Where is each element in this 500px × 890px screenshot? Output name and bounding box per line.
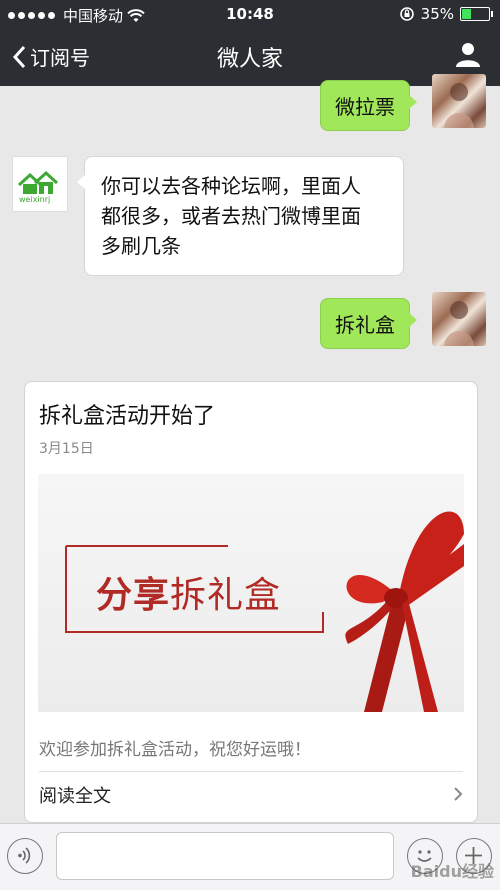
cover-headline-bold: 分享 bbox=[96, 575, 171, 616]
message-bubble-sent[interactable]: 微拉票 bbox=[320, 80, 417, 131]
voice-button[interactable] bbox=[7, 838, 43, 874]
brand-avatar[interactable]: weixinrj bbox=[12, 156, 68, 212]
avatar[interactable] bbox=[432, 74, 486, 128]
nav-bar: 订阅号 微人家 bbox=[0, 28, 500, 86]
status-bar: 中国移动 10:48 35% bbox=[0, 0, 500, 28]
profile-button[interactable] bbox=[454, 41, 482, 73]
article-date: 3月15日 bbox=[39, 441, 94, 457]
article-title: 拆礼盒活动开始了 bbox=[39, 404, 216, 429]
user-photo-icon bbox=[444, 301, 474, 346]
message-bubble-received[interactable]: 你可以去各种论坛啊，里面人 都很多，或者去热门微博里面 多刷几条 bbox=[77, 156, 404, 276]
read-full-link[interactable]: 阅读全文 bbox=[39, 782, 111, 808]
message-input[interactable] bbox=[56, 832, 394, 880]
chevron-right-icon bbox=[454, 787, 463, 801]
message-line: 多刷几条 bbox=[101, 234, 181, 258]
brand-caption: weixinrj bbox=[19, 195, 51, 204]
battery-percent: 35% bbox=[420, 5, 454, 23]
article-card[interactable]: 拆礼盒活动开始了 3月15日 分享拆礼盒 欢迎参加拆礼盒活动，祝您好运哦！ 阅读… bbox=[24, 381, 478, 823]
message-line: 都很多，或者去热门微博里面 bbox=[101, 204, 361, 228]
battery-icon bbox=[460, 7, 493, 21]
divider bbox=[39, 771, 463, 772]
message-line: 你可以去各种论坛啊，里面人 bbox=[101, 174, 361, 198]
user-photo-icon bbox=[444, 83, 474, 128]
status-right: 35% bbox=[399, 5, 493, 23]
message-text: 拆礼盒 bbox=[335, 313, 395, 337]
avatar[interactable] bbox=[432, 292, 486, 346]
article-cover-image[interactable]: 分享拆礼盒 bbox=[38, 474, 464, 712]
message-text: 微拉票 bbox=[335, 95, 395, 119]
voice-icon bbox=[18, 847, 31, 864]
watermark: Baidu经验 bbox=[410, 862, 494, 881]
cover-headline: 分享拆礼盒 bbox=[96, 566, 281, 618]
article-description: 欢迎参加拆礼盒活动，祝您好运哦！ bbox=[39, 740, 311, 760]
rotation-lock-icon bbox=[399, 7, 414, 21]
message-bubble-sent[interactable]: 拆礼盒 bbox=[320, 298, 417, 349]
page-title: 微人家 bbox=[216, 47, 283, 72]
user-icon bbox=[456, 43, 480, 67]
cover-headline-rest: 拆礼盒 bbox=[170, 575, 282, 616]
input-bar: Baidu经验 bbox=[0, 823, 500, 890]
battery-fill bbox=[462, 9, 472, 19]
